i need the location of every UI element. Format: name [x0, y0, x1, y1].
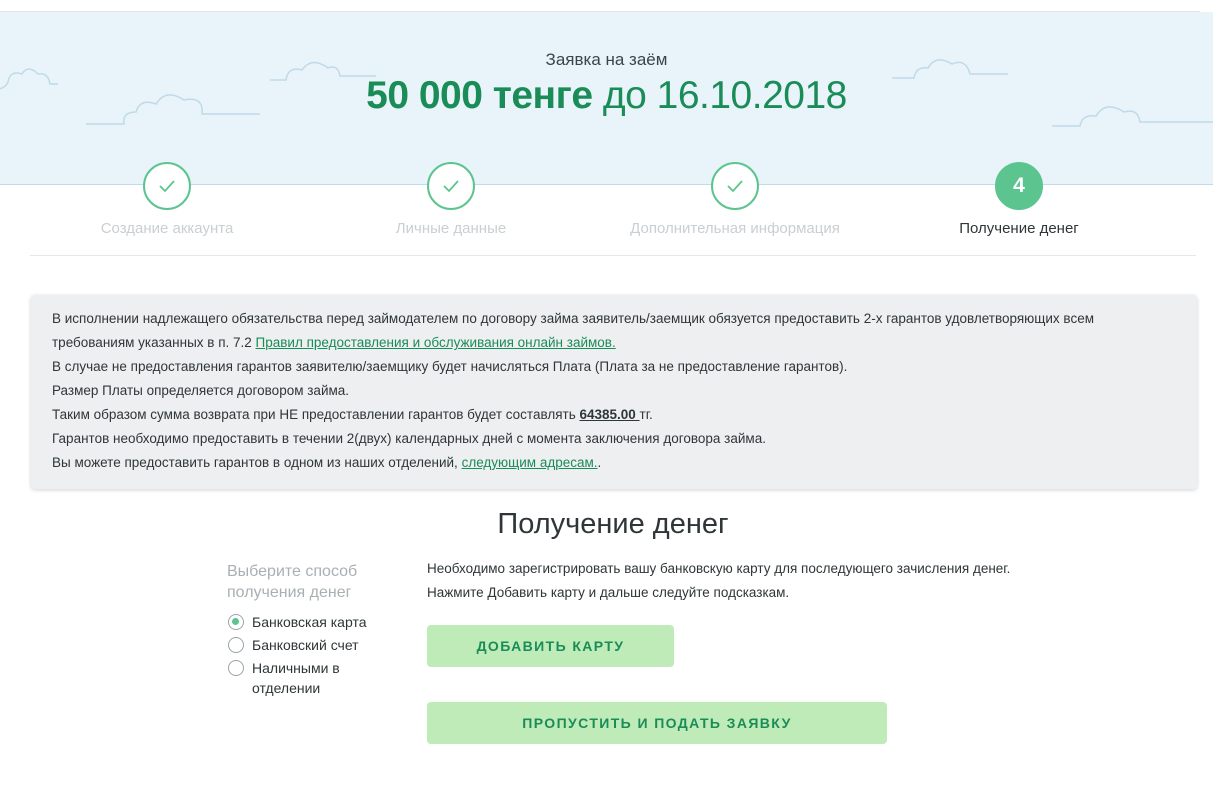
check-icon [727, 180, 743, 193]
step-label: Получение денег [959, 220, 1079, 237]
step-label: Дополнительная информация [630, 220, 840, 237]
step-circle [711, 162, 759, 210]
option-label[interactable]: Наличными в отделении [252, 658, 362, 698]
addresses-link[interactable]: следующим адресам. [462, 455, 598, 470]
step-personal-data: Личные данные [306, 162, 596, 237]
notice-line: В исполнении надлежащего обязательства п… [52, 311, 1094, 326]
notice-line: требованиям указанных в п. 7.2 Правил пр… [52, 331, 1177, 355]
step-label: Личные данные [395, 220, 507, 237]
step-additional-info: Дополнительная информация [590, 162, 880, 237]
loan-due-date: до 16.10.2018 [602, 74, 847, 117]
rules-link[interactable]: Правил предоставления и обслуживания онл… [256, 335, 616, 350]
radio-button[interactable] [228, 660, 244, 676]
loan-amount: 50 000 тенге [366, 74, 593, 117]
notice-text: требованиям указанных в п. 7.2 [52, 335, 256, 350]
instruction-line: Необходимо зарегистрировать вашу банковс… [427, 561, 1011, 576]
option-cash[interactable]: Наличными в отделении [228, 660, 362, 698]
skip-and-submit-button[interactable]: ПРОПУСТИТЬ И ПОДАТЬ ЗАЯВКУ [427, 702, 887, 744]
loan-summary: 50 000 тенге до 16.10.2018 [0, 74, 1213, 118]
step-number-badge: 4 [995, 162, 1043, 210]
notice-text: Вы можете предоставить гарантов в одном … [52, 455, 462, 470]
section-title: Получение денег [497, 508, 729, 540]
notice-line: В случае не предоставления гарантов заяв… [52, 359, 848, 374]
notice-text: . [597, 455, 602, 470]
notice-line: Таким образом сумма возврата при НЕ пред… [52, 403, 1177, 427]
notice-line: Вы можете предоставить гарантов в одном … [52, 451, 1177, 475]
hero-banner: Заявка на заём 50 000 тенге до 16.10.201… [0, 12, 1213, 185]
check-icon [159, 180, 175, 193]
option-bank-card[interactable]: Банковская карта [228, 614, 366, 632]
radio-button[interactable] [228, 614, 244, 630]
step-circle [143, 162, 191, 210]
method-label: Выберите способ получения денег [227, 563, 358, 601]
add-card-button[interactable]: ДОБАВИТЬ КАРТУ [427, 625, 674, 667]
option-label[interactable]: Банковский счет [252, 635, 359, 655]
repayment-sum: 64385.00 [579, 407, 640, 422]
progress-stepper: Создание аккаунта Личные данные Дополнит… [30, 162, 1196, 256]
notice-line: Гарантов необходимо предоставить в течен… [52, 431, 766, 446]
option-bank-account[interactable]: Банковский счет [228, 637, 359, 655]
step-create-account: Создание аккаунта [22, 162, 312, 237]
notice-line: Размер Платы определяется договором займ… [52, 383, 350, 398]
loan-request-label: Заявка на заём [545, 50, 668, 69]
step-receive-money: 4 Получение денег [874, 162, 1164, 237]
currency-label: тг. [639, 407, 653, 422]
radio-button[interactable] [228, 637, 244, 653]
guarantor-notice: В исполнении надлежащего обязательства п… [31, 295, 1197, 489]
instruction-line: Нажмите Добавить карту и дальше следуйте… [427, 585, 790, 600]
check-icon [443, 180, 459, 193]
step-label: Создание аккаунта [100, 220, 234, 237]
step-circle [427, 162, 475, 210]
card-instructions: Необходимо зарегистрировать вашу банковс… [427, 557, 1010, 605]
notice-text: Таким образом сумма возврата при НЕ пред… [52, 407, 580, 422]
option-label[interactable]: Банковская карта [252, 612, 366, 632]
